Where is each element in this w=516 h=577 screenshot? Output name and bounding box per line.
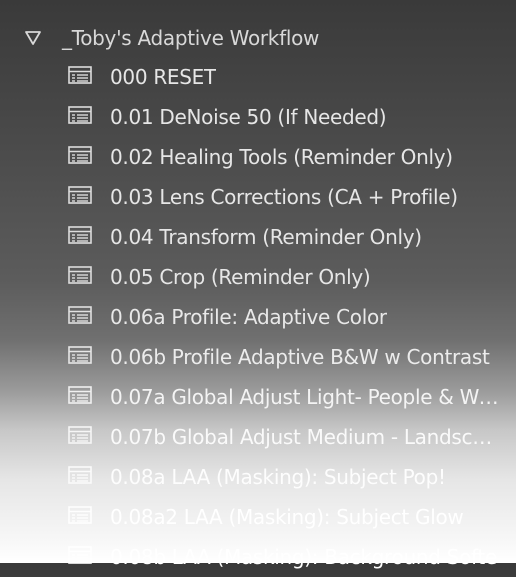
preset-item[interactable]: 0.08a2 LAA (Masking): Subject Glow <box>0 497 516 537</box>
preset-label: 0.03 Lens Corrections (CA + Profile) <box>110 185 458 209</box>
preset-list-icon <box>68 106 92 124</box>
preset-label: 0.06a Profile: Adaptive Color <box>110 305 387 329</box>
preset-item[interactable]: 0.03 Lens Corrections (CA + Profile) <box>0 177 516 217</box>
preset-list-icon <box>68 306 92 324</box>
preset-list-icon <box>68 346 92 364</box>
preset-item[interactable]: 0.08a LAA (Masking): Subject Pop! <box>0 457 516 497</box>
preset-item[interactable]: 0.01 DeNoise 50 (If Needed) <box>0 97 516 137</box>
preset-item[interactable]: 0.06b Profile Adaptive B&W w Contrast <box>0 337 516 377</box>
preset-group-title: _Toby's Adaptive Workflow <box>62 26 320 50</box>
preset-list-icon <box>68 186 92 204</box>
presets-panel: _Toby's Adaptive Workflow 000 RESET 0.01 … <box>0 0 516 569</box>
preset-item[interactable]: 0.07b Global Adjust Medium - Landscapes <box>0 417 516 457</box>
preset-list-icon <box>68 426 92 444</box>
preset-list-icon <box>68 226 92 244</box>
preset-list-icon <box>68 506 92 524</box>
preset-group-header[interactable]: _Toby's Adaptive Workflow <box>0 18 516 58</box>
preset-label: 0.04 Transform (Reminder Only) <box>110 225 422 249</box>
preset-item[interactable]: 0.08b LAA (Masking): Background Softe <box>0 537 516 577</box>
preset-label: 000 RESET <box>110 65 216 89</box>
preset-list-icon <box>68 146 92 164</box>
preset-list-icon <box>68 546 92 564</box>
preset-label: 0.08b LAA (Masking): Background Softe <box>110 545 497 569</box>
preset-item[interactable]: 0.06a Profile: Adaptive Color <box>0 297 516 337</box>
preset-label: 0.08a LAA (Masking): Subject Pop! <box>110 465 446 489</box>
preset-item[interactable]: 0.07a Global Adjust Light- People & Wild… <box>0 377 516 417</box>
preset-list-icon <box>68 266 92 284</box>
preset-label: 0.01 DeNoise 50 (If Needed) <box>110 105 387 129</box>
preset-item[interactable]: 0.05 Crop (Reminder Only) <box>0 257 516 297</box>
preset-label: 0.05 Crop (Reminder Only) <box>110 265 371 289</box>
triangle-down-icon[interactable] <box>24 29 42 47</box>
preset-item[interactable]: 0.04 Transform (Reminder Only) <box>0 217 516 257</box>
preset-list-icon <box>68 466 92 484</box>
preset-label: 0.06b Profile Adaptive B&W w Contrast <box>110 345 490 369</box>
preset-list-icon <box>68 66 92 84</box>
preset-item[interactable]: 0.02 Healing Tools (Reminder Only) <box>0 137 516 177</box>
preset-label: 0.07b Global Adjust Medium - Landscapes <box>110 425 502 449</box>
preset-label: 0.02 Healing Tools (Reminder Only) <box>110 145 453 169</box>
preset-label: 0.07a Global Adjust Light- People & Wild… <box>110 385 502 409</box>
preset-list-icon <box>68 386 92 404</box>
preset-item[interactable]: 000 RESET <box>0 57 516 97</box>
preset-label: 0.08a2 LAA (Masking): Subject Glow <box>110 505 464 529</box>
